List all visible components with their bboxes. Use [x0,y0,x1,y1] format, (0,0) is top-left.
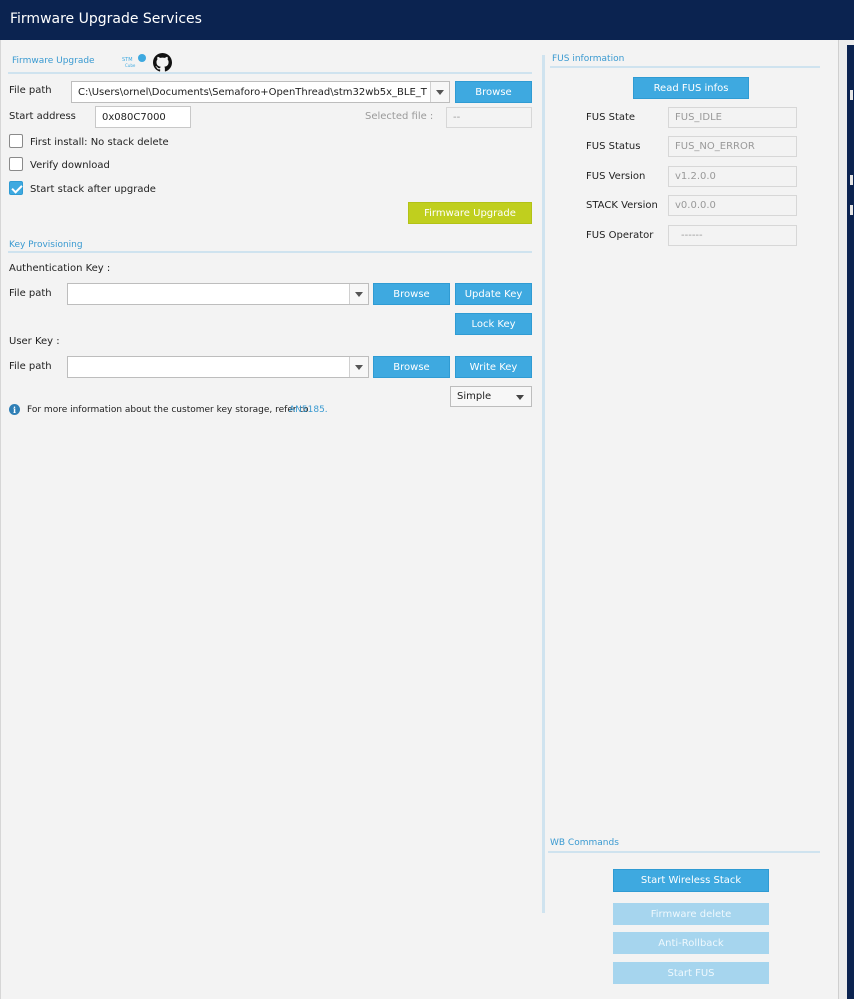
side-panel-mark [850,175,853,185]
an5185-link[interactable]: AN5185. [289,405,328,415]
user-file-path-label: File path [9,361,52,372]
selected-file-label: Selected file : [365,111,434,122]
anti-rollback-button[interactable]: Anti-Rollback [613,932,769,954]
fus-state-field: FUS_IDLE [668,107,797,128]
firmware-browse-button[interactable]: Browse [455,81,532,103]
user-browse-button[interactable]: Browse [373,356,450,378]
panel-separator [542,55,545,913]
svg-text:Cube: Cube [125,63,136,68]
user-key-label: User Key : [9,336,60,347]
fus-state-label: FUS State [586,112,636,123]
github-icon[interactable] [153,53,172,72]
user-key-file-combo[interactable] [67,356,369,378]
right-side-panel [838,40,854,999]
key-provisioning-section-title: Key Provisioning [9,240,83,250]
side-panel-mark [850,90,853,100]
first-install-checkbox[interactable] [9,134,23,148]
first-install-label: First install: No stack delete [30,137,169,148]
auth-key-label: Authentication Key : [9,263,111,274]
verify-download-label: Verify download [30,160,110,171]
start-address-label: Start address [9,111,76,122]
key-storage-info-text: For more information about the customer … [27,405,309,415]
start-fus-button[interactable]: Start FUS [613,962,769,984]
fus-version-field: v1.2.0.0 [668,166,797,187]
start-wireless-stack-button[interactable]: Start Wireless Stack [613,869,769,892]
file-path-value: C:\Users\ornel\Documents\Semaforo+OpenTh… [78,86,427,98]
side-panel-bar [847,45,854,999]
key-mode-value: Simple [457,391,492,402]
firmware-upgrade-button[interactable]: Firmware Upgrade [408,202,532,224]
chevron-down-icon[interactable] [430,82,449,102]
start-stack-checkbox[interactable] [9,181,23,195]
divider [8,251,532,253]
read-fus-infos-button[interactable]: Read FUS infos [633,77,749,99]
fus-operator-label: FUS Operator [586,230,654,241]
update-key-button[interactable]: Update Key [455,283,532,305]
fus-status-label: FUS Status [586,141,641,152]
chevron-down-icon[interactable] [349,357,368,377]
verify-download-checkbox[interactable] [9,157,23,171]
divider [548,851,820,853]
stack-version-label: STACK Version [586,200,658,211]
title-bar: Firmware Upgrade Services [0,0,854,40]
chevron-down-icon[interactable] [349,284,368,304]
side-panel-mark [850,205,853,215]
wb-commands-section-title: WB Commands [550,838,619,848]
fus-version-label: FUS Version [586,171,646,182]
window-title: Firmware Upgrade Services [10,11,202,27]
firmware-upgrade-section-title: Firmware Upgrade [12,56,95,66]
firmware-file-path-combo[interactable]: C:\Users\ornel\Documents\Semaforo+OpenTh… [71,81,450,103]
divider [8,72,532,74]
lock-key-button[interactable]: Lock Key [455,313,532,335]
auth-file-path-label: File path [9,288,52,299]
info-icon: i [9,404,20,415]
divider [550,66,820,68]
fus-operator-field: ------ [668,225,797,246]
fus-status-field: FUS_NO_ERROR [668,136,797,157]
auth-key-file-combo[interactable] [67,283,369,305]
start-stack-label: Start stack after upgrade [30,184,156,195]
file-path-label: File path [9,85,52,96]
key-mode-select[interactable]: Simple [450,386,532,407]
firmware-delete-button[interactable]: Firmware delete [613,903,769,925]
auth-browse-button[interactable]: Browse [373,283,450,305]
selected-file-field: -- [446,107,532,128]
fus-information-section-title: FUS information [552,54,625,64]
write-key-button[interactable]: Write Key [455,356,532,378]
stm-cube-logo: STM Cube [121,53,147,69]
start-address-input[interactable]: 0x080C7000 [95,106,191,128]
stack-version-field: v0.0.0.0 [668,195,797,216]
